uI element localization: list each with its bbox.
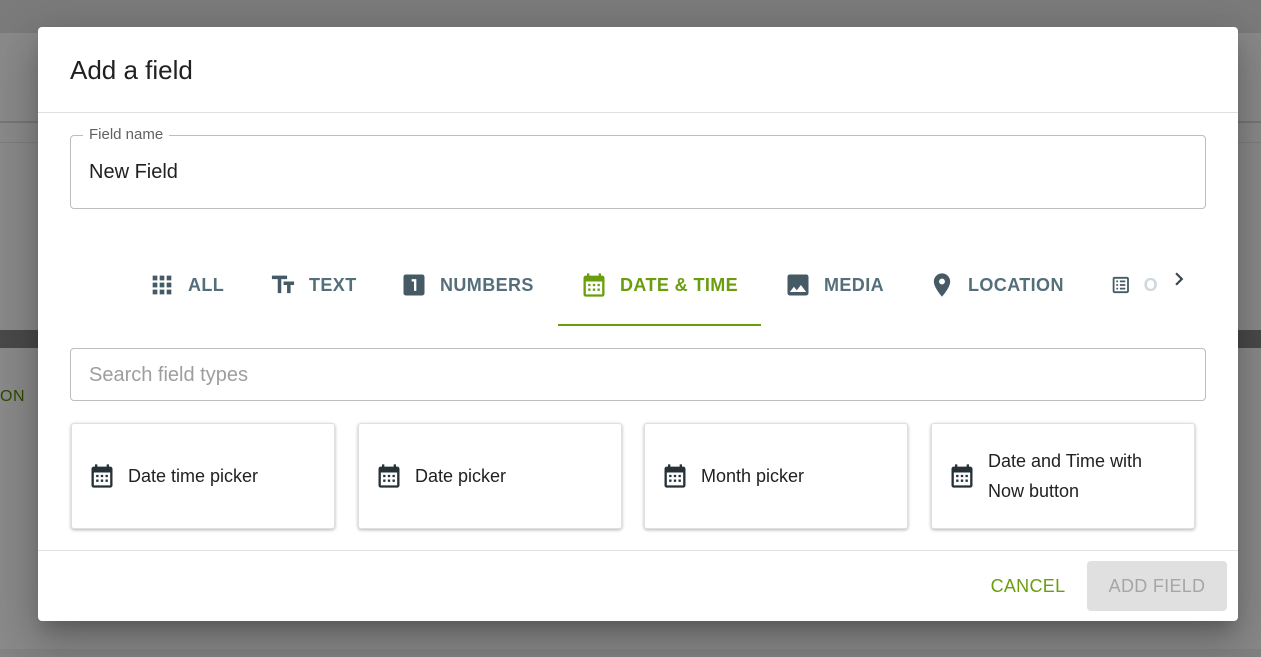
field-type-card-date-time-picker[interactable]: Date time picker: [71, 423, 335, 529]
tab-label: DATE & TIME: [620, 274, 739, 295]
backdrop-footer: [0, 649, 1261, 657]
text-format-icon: [271, 275, 295, 294]
tab-label: ALL: [188, 274, 225, 295]
field-name-label: Field name: [83, 126, 170, 143]
field-type-label: Month picker: [701, 466, 805, 486]
tab-text[interactable]: TEXT: [269, 245, 357, 325]
add-field-button[interactable]: ADD FIELD: [1087, 561, 1227, 611]
grid-icon: [152, 275, 172, 295]
dialog-divider: [38, 550, 1238, 551]
search-field: [70, 348, 1206, 401]
list-icon: [1112, 276, 1129, 294]
tab-date-time[interactable]: DATE & TIME: [580, 245, 738, 325]
field-type-label: Date and Time with Now button: [988, 451, 1143, 501]
tabs-scroll-next-button[interactable]: [1166, 266, 1192, 292]
calendar-icon: [91, 464, 113, 488]
tab-label: NUMBERS: [440, 274, 534, 295]
field-name-input[interactable]: [89, 158, 1189, 186]
calendar-icon: [583, 273, 605, 297]
tab-location[interactable]: LOCATION: [928, 245, 1064, 325]
tab-label: O: [1143, 274, 1158, 295]
image-icon: [787, 274, 809, 296]
tab-all[interactable]: ALL: [148, 245, 224, 325]
calendar-icon: [664, 464, 686, 488]
field-type-card-date-time-now[interactable]: Date and Time with Now button: [931, 423, 1195, 529]
tab-label: MEDIA: [824, 274, 884, 295]
chevron-right-icon: [1175, 272, 1184, 286]
add-field-dialog: Add a field Field name ALL TEXT NUMBERS …: [38, 27, 1238, 621]
calendar-icon: [378, 464, 400, 488]
backdrop-text: ON: [0, 388, 25, 405]
field-type-label: Date picker: [415, 466, 507, 486]
field-type-label: Date time picker: [128, 466, 259, 486]
field-type-tabs: ALL TEXT NUMBERS DATE & TIME MEDIA LOCAT…: [128, 245, 1206, 327]
number-one-icon: [403, 274, 425, 296]
map-pin-icon: [933, 273, 951, 297]
tab-label: TEXT: [309, 274, 357, 295]
active-tab-indicator: [558, 324, 761, 326]
field-type-card-date-picker[interactable]: Date picker: [358, 423, 622, 529]
calendar-icon: [951, 464, 973, 488]
field-type-card-month-picker[interactable]: Month picker: [644, 423, 908, 529]
tab-numbers[interactable]: NUMBERS: [400, 245, 534, 325]
tab-media[interactable]: MEDIA: [784, 245, 884, 325]
dialog-divider: [38, 112, 1238, 113]
dialog-title: Add a field: [70, 55, 193, 85]
cancel-button[interactable]: CANCEL: [976, 568, 1080, 604]
field-name-field: Field name: [70, 126, 1206, 209]
tab-label: LOCATION: [968, 274, 1064, 295]
tab-other[interactable]: O: [1110, 245, 1158, 325]
search-field-types-input[interactable]: [89, 362, 1189, 388]
